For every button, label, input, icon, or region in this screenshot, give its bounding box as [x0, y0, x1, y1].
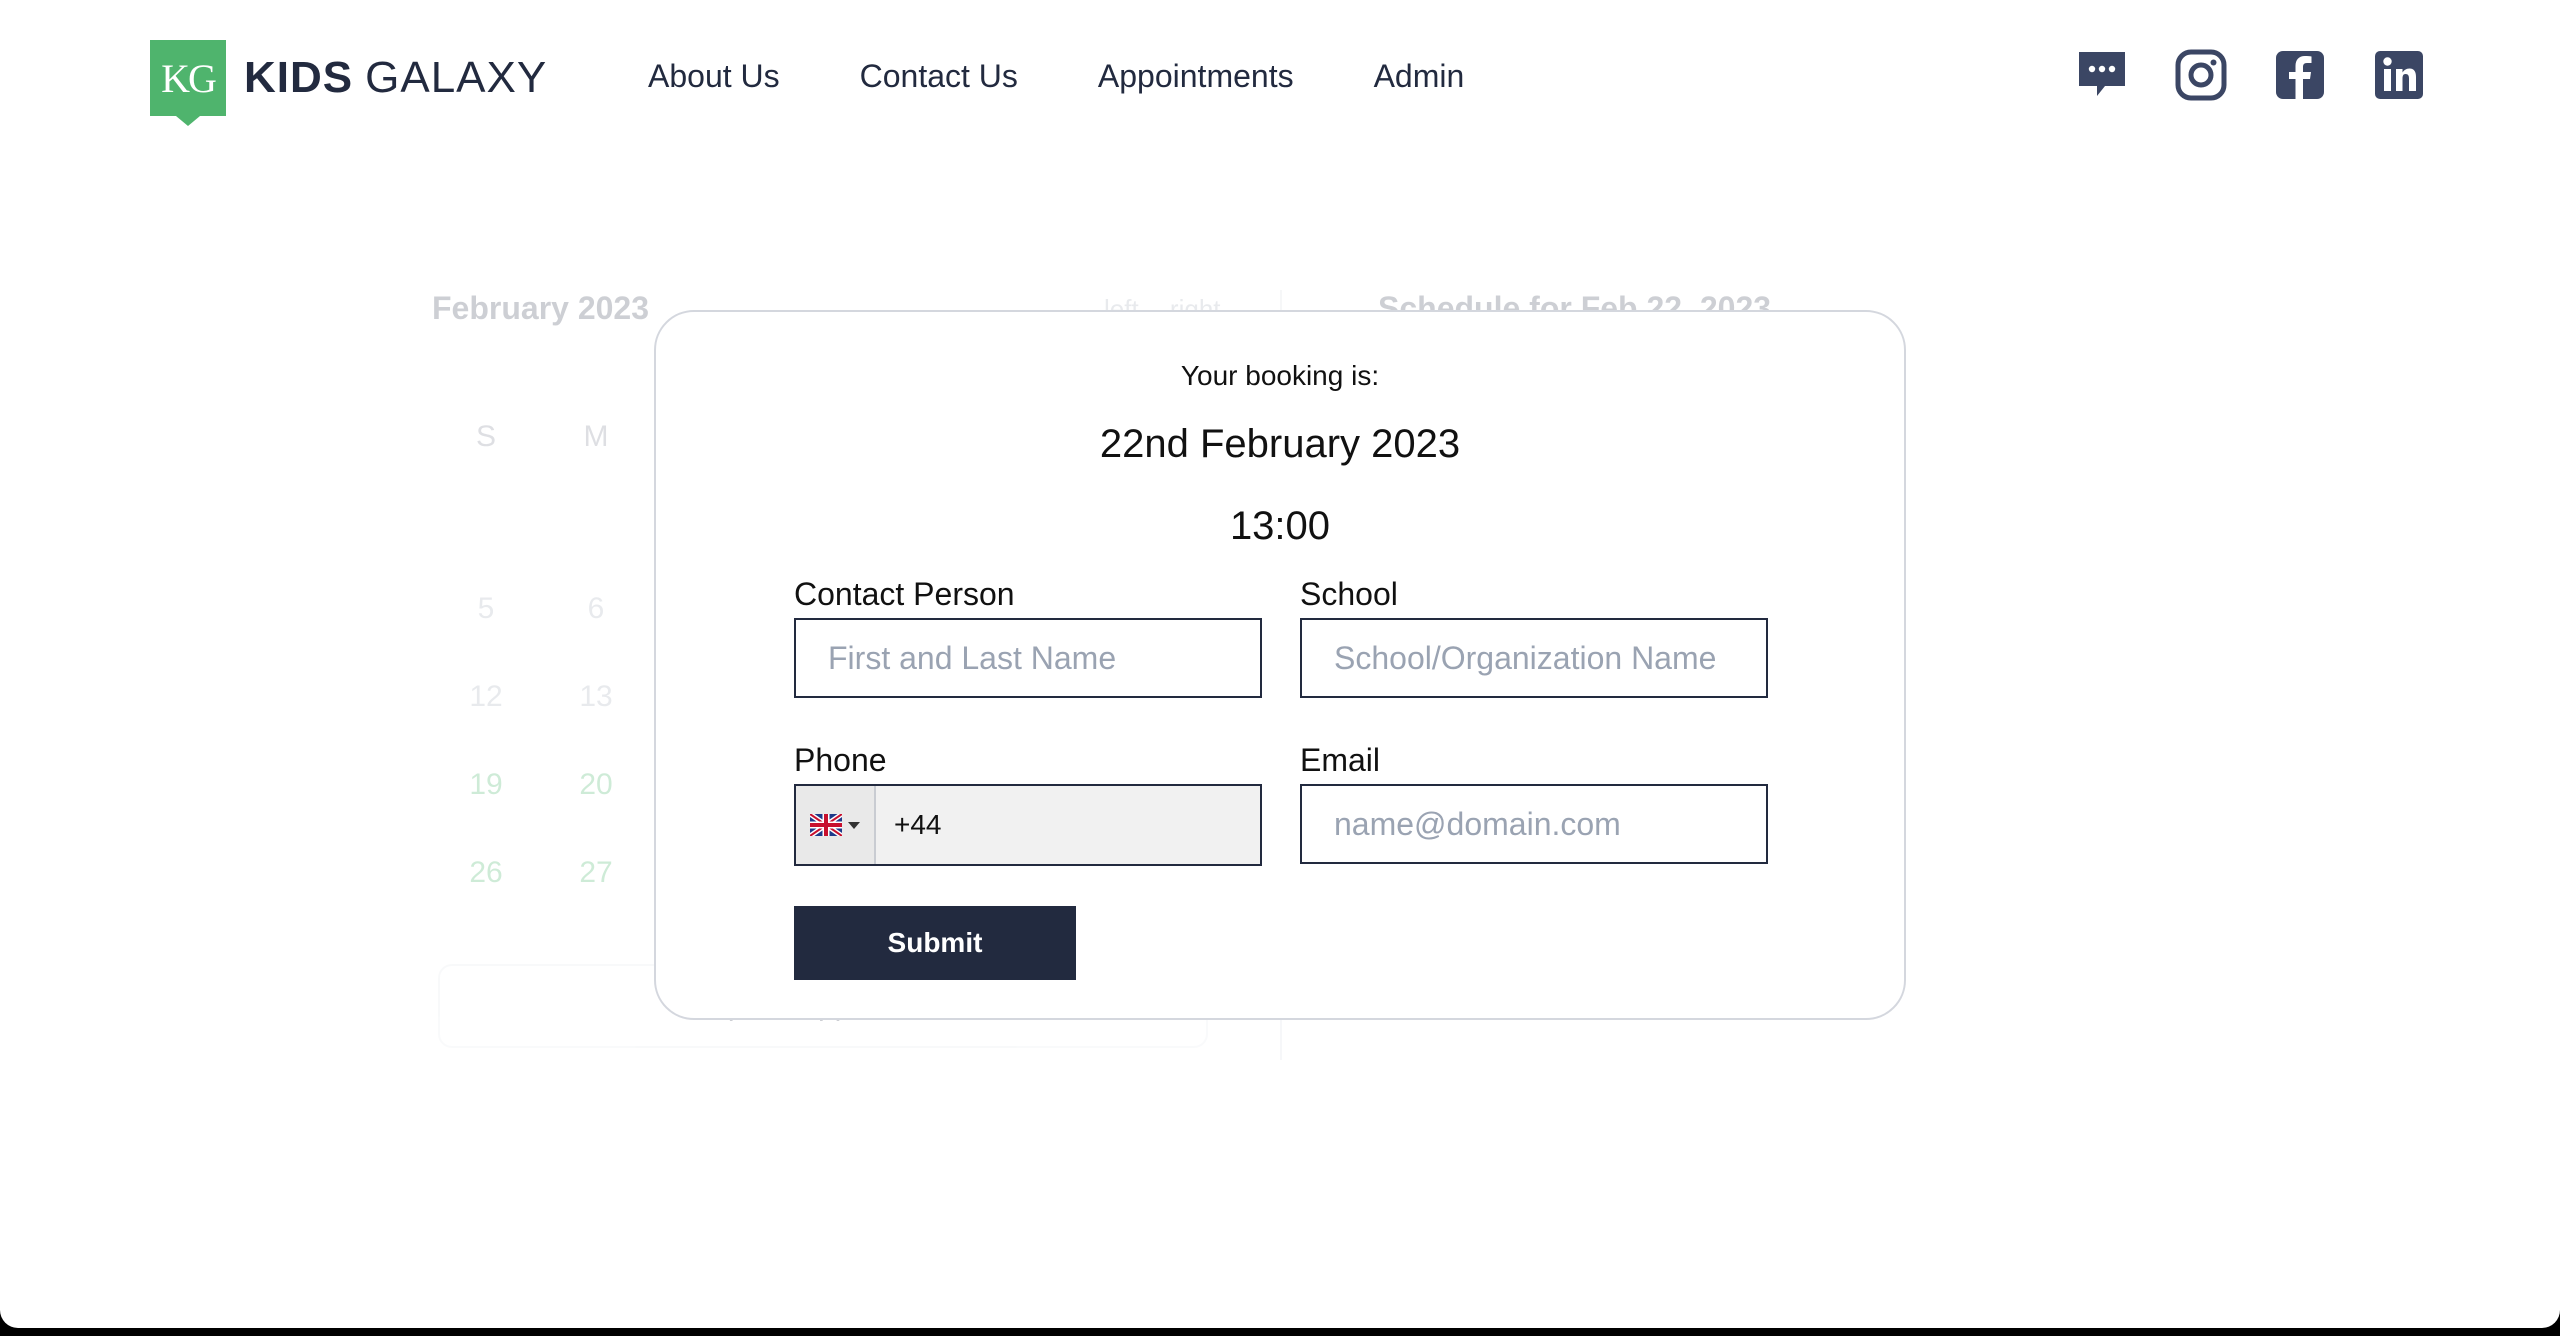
school-input[interactable] [1300, 618, 1768, 698]
calendar-day-available[interactable]: 26 [456, 856, 516, 890]
contact-person-input[interactable] [794, 618, 1262, 698]
phone-label: Phone [794, 742, 887, 778]
calendar-day[interactable]: 5 [456, 592, 516, 626]
calendar-day[interactable]: 13 [566, 680, 626, 714]
uk-flag-icon [810, 814, 842, 836]
booking-date: 22nd February 2023 [1099, 422, 1461, 466]
submit-button[interactable]: Submit [794, 906, 1076, 980]
booking-time: 13:00 [1229, 504, 1331, 548]
calendar-day-available[interactable]: 19 [456, 768, 516, 802]
chevron-down-icon [848, 821, 860, 829]
calendar-day[interactable]: 12 [456, 680, 516, 714]
weekday-sun: S [475, 420, 496, 453]
page: KG KIDS GALAXY About Us Contact Us Appoin… [0, 0, 2560, 1328]
school-label: School [1300, 576, 1398, 612]
calendar-month-title: February 2023 [432, 290, 650, 326]
calendar-day-available[interactable]: 27 [566, 856, 626, 890]
weekday-mon: M [583, 420, 609, 453]
phone-input[interactable] [876, 786, 1260, 864]
country-code-dropdown[interactable] [796, 786, 876, 864]
contact-person-label: Contact Person [794, 576, 1015, 612]
calendar-day-available[interactable]: 20 [566, 768, 626, 802]
email-input[interactable] [1300, 784, 1768, 864]
phone-field [794, 784, 1262, 866]
email-label: Email [1300, 742, 1381, 778]
calendar-day[interactable]: 6 [566, 592, 626, 626]
booking-modal: Your booking is: 22nd February 2023 13:0… [654, 310, 1906, 1020]
booking-intro: Your booking is: [1180, 360, 1380, 391]
